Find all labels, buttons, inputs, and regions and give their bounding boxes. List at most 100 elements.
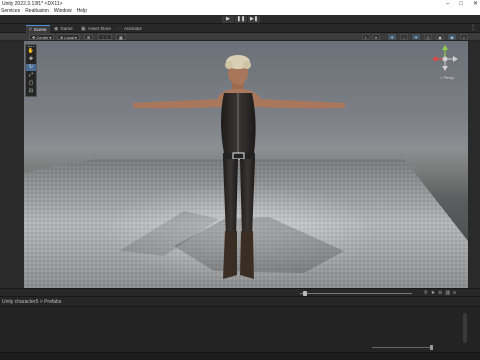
increment-snap-button[interactable]: ▦: [116, 34, 126, 40]
zoom-slider-track[interactable]: [372, 347, 432, 348]
menu-item-services[interactable]: Services: [1, 8, 20, 15]
tab-asset-store[interactable]: ▣ Asset Store: [78, 25, 114, 33]
scale-tool-button[interactable]: ⤢: [26, 72, 36, 79]
gizmo-x-axis[interactable]: [432, 56, 437, 62]
menu-item-window[interactable]: Window: [54, 8, 72, 15]
zoom-slider-handle[interactable]: [430, 345, 433, 350]
menu-bar: Services Realtusion Window Help: [0, 8, 480, 15]
grid-icon: ⊞: [87, 34, 91, 40]
main-toolbar: ▶ ❚❚ ▶❚: [0, 15, 480, 24]
window-controls: – □ ✕: [446, 0, 478, 8]
2d-toggle-button[interactable]: ▾: [372, 34, 380, 40]
play-controls: ▶ ❚❚ ▶❚: [222, 16, 260, 23]
scale-icon: ⤢: [28, 72, 33, 78]
editor-tab-bar: # Scene ◉ Game ▣ Asset Store ⋯ Animator …: [0, 24, 480, 33]
tab-label: Animator: [124, 26, 143, 31]
pivot-icon: ✥: [32, 34, 36, 40]
camera-icon: ▣: [438, 35, 442, 40]
project-toolbar-icons: ⚲ ★ ⊖ ▥ ≡: [424, 290, 456, 296]
chevron-down-icon: ▾: [74, 34, 77, 40]
breadcrumb: Unity character5 > Prefabs: [0, 297, 480, 307]
hand-icon: ✋: [27, 48, 35, 54]
rect-icon: ▢: [28, 80, 34, 86]
menu-item-reallusion[interactable]: Realtusion: [25, 8, 49, 15]
favorite-icon[interactable]: ★: [431, 290, 435, 296]
move-tool-button[interactable]: ✥: [26, 56, 36, 63]
gizmo-neg-y-axis[interactable]: [442, 66, 448, 71]
orientation-gizmo[interactable]: [430, 44, 460, 74]
close-icon[interactable]: ✕: [473, 0, 478, 8]
icon-size-slider-handle[interactable]: [303, 291, 307, 296]
snap-icon: ⋮⋮: [101, 34, 109, 40]
projection-label[interactable]: < Persp: [440, 75, 454, 80]
transform-icon: ⊡: [28, 88, 34, 94]
gizmo-neg-x-axis[interactable]: [453, 56, 458, 62]
tab-menu-icon[interactable]: ⋮: [470, 24, 476, 31]
menu-item-help[interactable]: Help: [77, 8, 87, 15]
asset-store-icon: ▣: [81, 26, 86, 32]
grid-toggle-button[interactable]: ⊞: [84, 34, 94, 40]
space-mode-label: Local: [64, 34, 74, 40]
maximize-icon[interactable]: □: [459, 0, 463, 8]
2d-icon: ▾: [374, 35, 377, 40]
project-toolbar: ⚲ ★ ⊖ ▥ ≡: [0, 288, 480, 297]
gizmo-center[interactable]: [442, 56, 448, 62]
camera-settings-button[interactable]: ▣: [436, 34, 444, 40]
title-bar: Unity 2022.3.13f1* <DX11> – □ ✕: [0, 0, 480, 8]
space-icon: ⊕: [60, 34, 64, 40]
project-browser[interactable]: [0, 307, 480, 352]
eye-icon: ◎: [426, 35, 430, 40]
chevron-down-icon: ▾: [49, 34, 52, 40]
increment-icon: ▦: [119, 34, 123, 40]
left-panel-edge: [0, 41, 24, 288]
overlay-grip[interactable]: [28, 45, 34, 47]
move-icon: ✥: [28, 56, 34, 62]
light-icon: ☀: [390, 35, 394, 40]
pause-icon: ❚❚: [236, 16, 246, 22]
breadcrumb-path[interactable]: Unity character5 > Prefabs: [2, 299, 61, 305]
hand-tool-button[interactable]: ✋: [26, 48, 36, 55]
draw-mode-button[interactable]: ◐: [362, 34, 370, 40]
rotate-tool-button[interactable]: ↻: [26, 64, 36, 71]
grid-snap-button[interactable]: ⋮⋮: [98, 34, 112, 40]
vertical-scrollbar[interactable]: [463, 313, 467, 343]
search-icon: ⌕: [462, 35, 466, 40]
transform-tool-button[interactable]: ⊡: [26, 88, 36, 95]
icon-size-slider-track[interactable]: [300, 293, 412, 294]
gizmos-button[interactable]: ◈: [448, 34, 456, 40]
tab-label: Game: [60, 26, 73, 31]
minimize-icon[interactable]: –: [446, 0, 449, 8]
layout-icon[interactable]: ▥: [445, 290, 450, 296]
pause-button[interactable]: ❚❚: [235, 16, 247, 23]
effects-icon: ✦: [414, 35, 418, 40]
space-mode-dropdown[interactable]: ⊕ Local ▾: [57, 34, 80, 40]
filter-icon[interactable]: ⚲: [424, 290, 428, 296]
scene-view-toolbar: ✥ Center ▾ ⊕ Local ▾ ⊞ ⋮⋮ ▦ ◐ ▾ ☀ ♪ ✦ ◎ …: [0, 33, 480, 41]
play-button[interactable]: ▶: [222, 16, 234, 23]
scene-render: [24, 55, 468, 288]
effects-toggle-button[interactable]: ✦: [412, 34, 420, 40]
tab-label: Asset Store: [87, 26, 111, 31]
hidden-objects-button[interactable]: ◎: [424, 34, 432, 40]
pivot-mode-dropdown[interactable]: ✥ Center ▾: [29, 34, 55, 40]
audio-toggle-button[interactable]: ♪: [400, 34, 408, 40]
step-icon: ▶❚: [249, 16, 259, 22]
lock-icon[interactable]: ⊖: [438, 290, 442, 296]
play-icon: ▶: [226, 16, 230, 22]
right-panel-edge: [468, 41, 480, 288]
gizmo-y-axis[interactable]: [442, 45, 448, 50]
gizmo-icon: ◈: [450, 35, 454, 40]
tab-animator[interactable]: ⋯ Animator: [114, 25, 145, 33]
tab-game[interactable]: ◉ Game: [51, 25, 76, 33]
rotate-icon: ↻: [28, 64, 34, 70]
pivot-mode-label: Center: [36, 34, 49, 40]
scene-tools-overlay: ✋ ✥ ↻ ⤢ ▢ ⊡: [25, 44, 37, 97]
count-icon[interactable]: ≡: [453, 290, 456, 296]
lighting-toggle-button[interactable]: ☀: [388, 34, 396, 40]
search-scene-button[interactable]: ⌕: [460, 34, 468, 40]
rect-tool-button[interactable]: ▢: [26, 80, 36, 87]
tab-scene[interactable]: # Scene: [26, 25, 50, 33]
scene-viewport[interactable]: [24, 41, 468, 288]
step-button[interactable]: ▶❚: [248, 16, 260, 23]
shading-icon: ◐: [364, 35, 368, 40]
